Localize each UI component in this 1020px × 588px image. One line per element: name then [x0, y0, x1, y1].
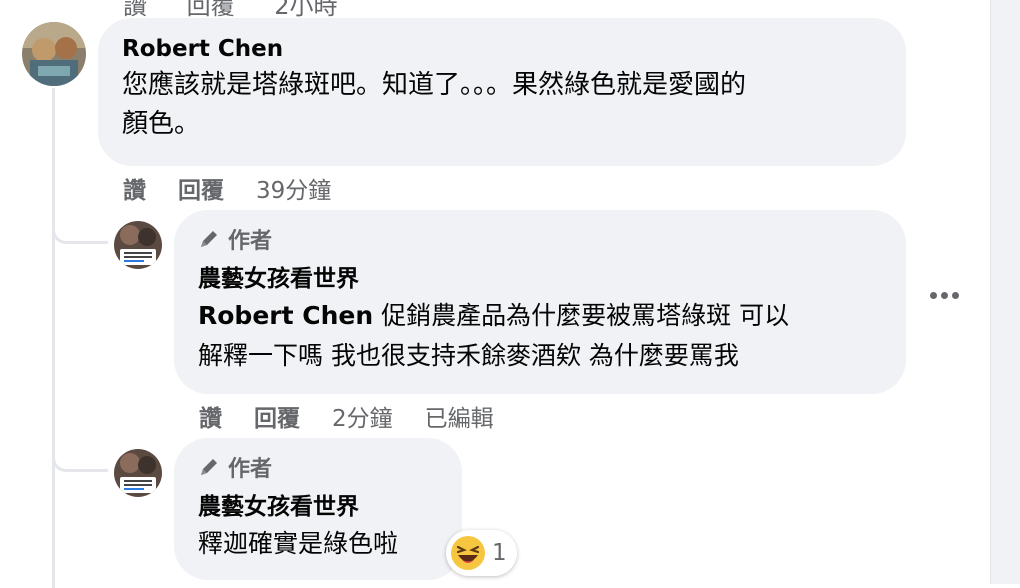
- author-badge: 作者: [198, 452, 438, 482]
- comment-text: 顏色。: [122, 109, 201, 139]
- comment-bubble: Robert Chen 您應該就是塔綠斑吧。知道了。。。果然綠色就是愛國的 顏色…: [98, 18, 906, 166]
- right-sidebar-edge: [990, 0, 1020, 584]
- comment-author[interactable]: Robert Chen: [122, 34, 882, 64]
- comment-bubble: 作者 農藝女孩看世界 釋迦確實是綠色啦: [174, 438, 462, 580]
- author-badge-label: 作者: [228, 229, 273, 254]
- author-badge: 作者: [198, 224, 882, 254]
- comment-text: 解釋一下嗎 我也很支持禾餘麥酒欸 為什麼要罵我: [198, 341, 739, 370]
- comment-text: Robert Chen 促銷農產品為什麼要被罵塔綠斑 可以: [198, 296, 882, 336]
- timestamp[interactable]: 2分鐘: [332, 399, 393, 433]
- comment-actions: 讚 回覆 2分鐘 已編輯: [199, 399, 494, 433]
- author-badge-label: 作者: [228, 457, 273, 482]
- more-options-icon[interactable]: [930, 292, 959, 299]
- thread-line: [52, 88, 55, 588]
- avatar[interactable]: [114, 221, 162, 269]
- reply-button[interactable]: 回覆: [178, 171, 224, 205]
- laughing-emoji-icon: [451, 536, 485, 570]
- timestamp[interactable]: 39分鐘: [256, 171, 331, 205]
- reply-action[interactable]: 回覆: [187, 0, 235, 20]
- comment-text: 您應該就是塔綠斑吧。知道了。。。果然綠色就是愛國的: [122, 70, 747, 100]
- thread-branch: [52, 442, 108, 472]
- pencil-icon: [201, 459, 217, 475]
- like-button[interactable]: 讚: [199, 399, 222, 433]
- comment-author[interactable]: 農藝女孩看世界: [198, 264, 882, 294]
- comment-actions: 讚 回覆 39分鐘: [123, 171, 331, 205]
- avatar[interactable]: [114, 449, 162, 497]
- timestamp: 2小時: [274, 0, 338, 20]
- comment-author[interactable]: 農藝女孩看世界: [198, 492, 438, 522]
- mention-link[interactable]: Robert Chen: [198, 301, 373, 330]
- edited-label[interactable]: 已編輯: [425, 399, 494, 433]
- thread-branch: [52, 214, 108, 244]
- comment-bubble: 作者 農藝女孩看世界 Robert Chen 促銷農產品為什麼要被罵塔綠斑 可以…: [174, 210, 906, 394]
- reaction-summary[interactable]: 1: [446, 530, 517, 576]
- comment-text-body: 促銷農產品為什麼要被罵塔綠斑 可以: [373, 301, 790, 330]
- comment-text: 釋迦確實是綠色啦: [198, 529, 399, 558]
- avatar[interactable]: [22, 22, 86, 86]
- like-action[interactable]: 讚: [123, 0, 147, 20]
- pencil-icon: [201, 231, 217, 247]
- like-button[interactable]: 讚: [123, 171, 146, 205]
- reply-button[interactable]: 回覆: [254, 399, 300, 433]
- reaction-count: 1: [492, 540, 507, 566]
